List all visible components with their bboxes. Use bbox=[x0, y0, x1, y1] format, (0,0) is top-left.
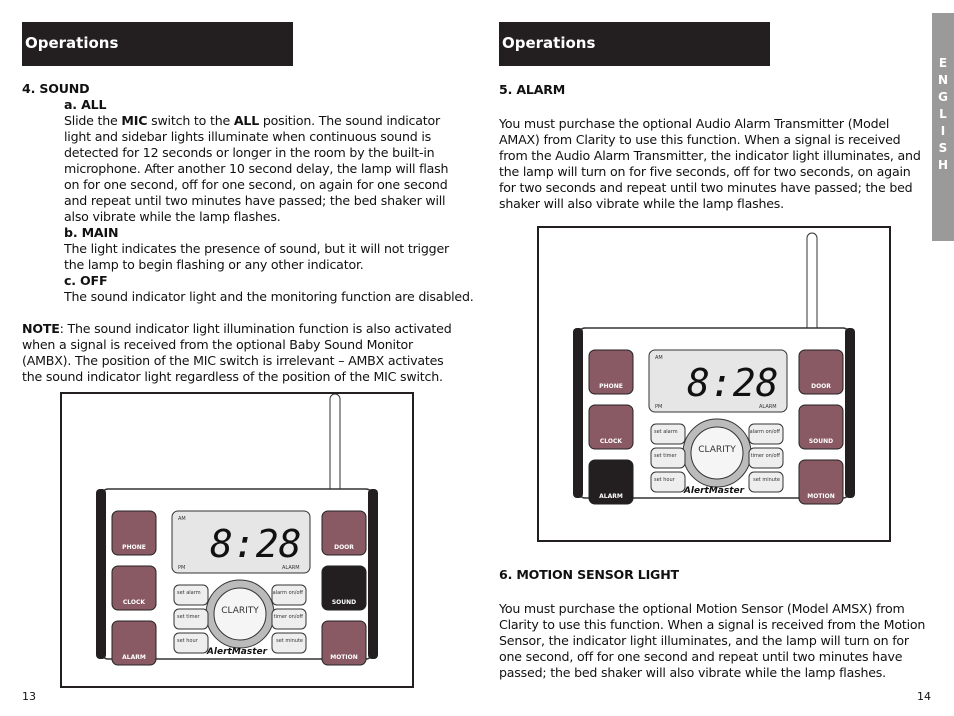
pm-label: PM bbox=[178, 565, 185, 571]
side-bumper bbox=[96, 489, 106, 659]
indicator-label: MOTION bbox=[807, 493, 835, 500]
section-banner: Operations bbox=[499, 22, 770, 66]
function-key-label: timer on/off bbox=[274, 614, 304, 620]
brand-label: CLARITY bbox=[698, 445, 736, 455]
motion-section: 6. MOTION SENSOR LIGHT You must purchase… bbox=[499, 567, 929, 681]
subsection-title: b. MAIN bbox=[64, 225, 119, 240]
paragraph: You must purchase the optional Audio Ala… bbox=[499, 116, 921, 211]
indicator-label: MOTION bbox=[330, 654, 358, 661]
function-key-label: set hour bbox=[654, 477, 676, 483]
clock-time: 8:28 bbox=[210, 522, 302, 566]
paragraph: The light indicates the presence of soun… bbox=[64, 241, 449, 272]
page-number: 14 bbox=[917, 690, 931, 703]
function-key-label: timer on/off bbox=[751, 453, 781, 459]
section-title: 6. MOTION SENSOR LIGHT bbox=[499, 567, 679, 582]
side-bumper bbox=[845, 328, 855, 498]
language-tab: E N G L I S H bbox=[932, 13, 954, 241]
indicator-label: CLOCK bbox=[600, 438, 623, 445]
device-illustration-sound: AM PM ALARM 8:28 CLARITY AlertMaster set alarm… bbox=[60, 392, 414, 688]
indicator-label: PHONE bbox=[599, 383, 623, 390]
subsection-title: a. ALL bbox=[64, 97, 107, 112]
function-key-label: set minute bbox=[753, 477, 780, 483]
section-banner: Operations bbox=[22, 22, 293, 66]
brand-label: CLARITY bbox=[221, 606, 259, 616]
device-illustration-alarm: AM PM ALARM 8:28 CLARITY AlertMaster set alarm… bbox=[537, 226, 891, 542]
indicator-label: SOUND bbox=[332, 599, 356, 606]
section-title: 5. ALARM bbox=[499, 82, 566, 97]
model-label: AlertMaster bbox=[206, 647, 268, 657]
indicator-label: ALARM bbox=[599, 493, 623, 500]
antenna bbox=[329, 393, 341, 495]
section-title: 4. SOUND bbox=[22, 81, 90, 96]
function-key-label: set timer bbox=[177, 614, 201, 620]
sound-section: 4. SOUND a. ALL Slide the MIC switch to … bbox=[22, 81, 474, 385]
function-key-label: set hour bbox=[177, 638, 199, 644]
page-number: 13 bbox=[22, 690, 36, 703]
indicator-label: SOUND bbox=[809, 438, 833, 445]
indicator-label: DOOR bbox=[811, 383, 831, 390]
function-key-label: alarm on/off bbox=[273, 590, 304, 596]
function-key-label: alarm on/off bbox=[750, 429, 781, 435]
am-label: AM bbox=[655, 355, 663, 361]
indicator-label: CLOCK bbox=[123, 599, 146, 606]
paragraph: Slide the MIC switch to the ALL position… bbox=[64, 113, 449, 224]
function-key-label: set alarm bbox=[177, 590, 201, 596]
left-page: Operations 4. SOUND a. ALL Slide the MIC… bbox=[0, 0, 477, 716]
right-page: Operations 5. ALARM You must purchase th… bbox=[477, 0, 954, 716]
subsection-title: c. OFF bbox=[64, 273, 108, 288]
model-label: AlertMaster bbox=[683, 486, 745, 496]
side-bumper bbox=[368, 489, 378, 659]
function-key-label: set alarm bbox=[654, 429, 678, 435]
indicator-label: DOOR bbox=[334, 544, 354, 551]
paragraph: The sound indicator light and the monito… bbox=[64, 289, 474, 304]
alarm-section: 5. ALARM You must purchase the optional … bbox=[499, 82, 929, 212]
am-label: AM bbox=[178, 516, 186, 522]
indicator-label: ALARM bbox=[122, 654, 146, 661]
paragraph: You must purchase the optional Motion Se… bbox=[499, 601, 926, 680]
pm-label: PM bbox=[655, 404, 662, 410]
indicator-label: PHONE bbox=[122, 544, 146, 551]
clock-time: 8:28 bbox=[687, 361, 779, 405]
function-key-label: set minute bbox=[276, 638, 303, 644]
function-key-label: set timer bbox=[654, 453, 678, 459]
side-bumper bbox=[573, 328, 583, 498]
antenna bbox=[806, 232, 818, 334]
note: NOTE: The sound indicator light illumina… bbox=[22, 321, 452, 384]
